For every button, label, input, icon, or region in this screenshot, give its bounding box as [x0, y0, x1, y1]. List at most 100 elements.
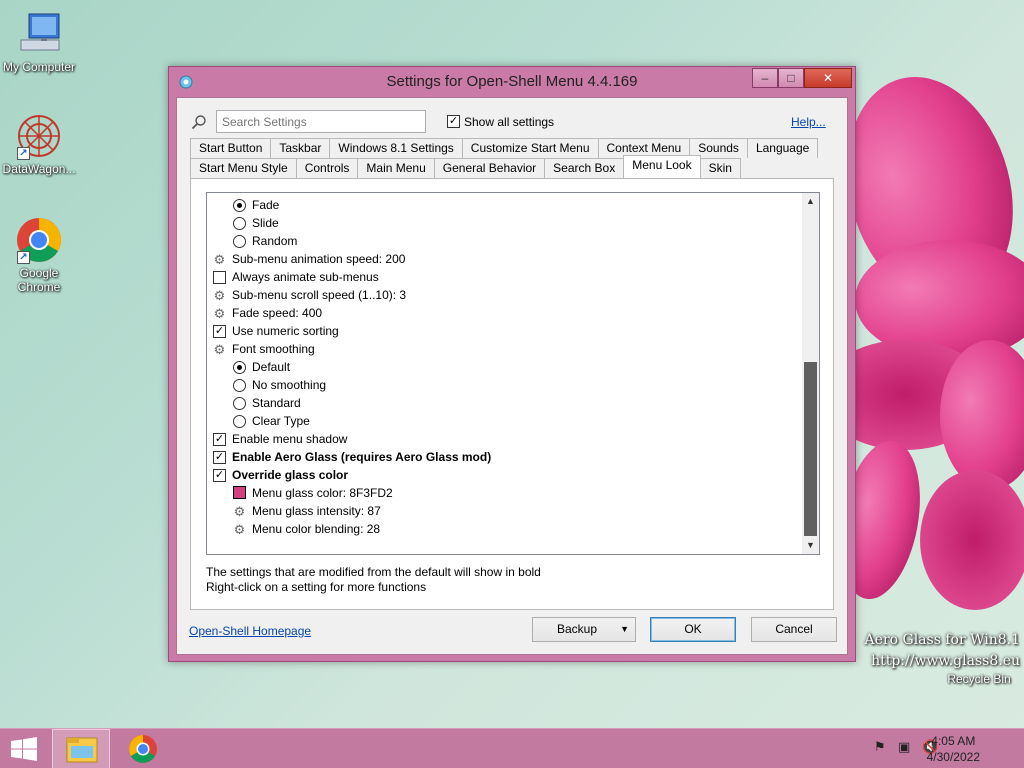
setting-label: Font smoothing [232, 342, 315, 356]
tab-general-behavior[interactable]: General Behavior [433, 158, 546, 178]
checkbox-unchecked[interactable] [213, 271, 226, 284]
checkbox-checked[interactable]: ✓ [213, 451, 226, 464]
setting-label: Sub-menu animation speed: 200 [232, 252, 406, 266]
cancel-button[interactable]: Cancel [751, 617, 837, 642]
vertical-scrollbar[interactable]: ▲ ▼ [802, 193, 819, 554]
tab-start-button[interactable]: Start Button [190, 138, 272, 158]
tab-menu-look[interactable]: Menu Look [623, 155, 701, 178]
network-icon[interactable]: ▣ [898, 739, 910, 755]
tab-row-2: Start Menu Style Controls Main Menu General… [190, 155, 741, 178]
gear-icon: ⚙ [213, 306, 226, 321]
desktop-icon-chrome[interactable]: ↗ Google Chrome [0, 216, 78, 294]
setting-label: Override glass color [232, 468, 349, 482]
checkbox-checked[interactable]: ✓ [213, 433, 226, 446]
shortcut-arrow-icon: ↗ [17, 251, 30, 264]
scroll-thumb[interactable] [804, 362, 817, 536]
gear-icon: ⚙ [213, 342, 226, 357]
setting-label: Use numeric sorting [232, 324, 339, 338]
tab-skin[interactable]: Skin [699, 158, 741, 178]
color-swatch[interactable] [233, 486, 246, 499]
search-settings-input[interactable] [216, 110, 426, 133]
setting-label: No smoothing [252, 378, 327, 392]
desktop-icon-recycle-bin[interactable]: Recycle Bin [940, 672, 1018, 686]
setting-label: Menu color blending: 28 [252, 522, 381, 536]
scroll-up-arrow-icon[interactable]: ▲ [802, 193, 819, 210]
setting-label: Fade [252, 198, 280, 212]
watermark-line2: http://www.glass8.eu [871, 653, 1020, 669]
desktop-icon-my-computer[interactable]: My Computer [0, 10, 78, 74]
help-link[interactable]: Help... [791, 115, 826, 129]
tab-language[interactable]: Language [746, 138, 819, 158]
clock-date: 4/30/2022 [926, 750, 980, 764]
taskbar: ⚑ ▣ 🔇 4:05 AM 4/30/2022 [0, 728, 1024, 768]
tab-controls[interactable]: Controls [295, 158, 359, 178]
watermark-line1: Aero Glass for Win8.1 [864, 632, 1020, 648]
chrome-icon: ↗ [15, 216, 63, 264]
show-all-settings-checkbox[interactable]: ✓ Show all settings [447, 114, 554, 130]
setting-label: Default [252, 360, 291, 374]
folder-icon [66, 737, 98, 763]
gear-icon: ⚙ [233, 504, 246, 519]
maximize-button[interactable]: □ [778, 68, 804, 88]
tab-customize-start-menu[interactable]: Customize Start Menu [461, 138, 599, 158]
checkbox-checked[interactable]: ✓ [213, 325, 226, 338]
ok-button[interactable]: OK [650, 617, 736, 642]
scroll-down-arrow-icon[interactable]: ▼ [802, 537, 819, 554]
setting-label: Enable Aero Glass (requires Aero Glass m… [232, 450, 492, 464]
radio-button[interactable] [233, 199, 246, 212]
desktop-icon-datawagon[interactable]: ↗ DataWagon... [0, 112, 78, 176]
windows-logo-icon [11, 737, 37, 761]
tab-search-box[interactable]: Search Box [544, 158, 625, 178]
desktop-icon-label: My Computer [2, 60, 76, 74]
start-button[interactable] [0, 729, 48, 768]
gear-icon: ⚙ [213, 252, 226, 267]
tab-taskbar[interactable]: Taskbar [270, 138, 331, 158]
radio-button[interactable] [233, 379, 246, 392]
setting-label: Enable menu shadow [232, 432, 348, 446]
hint-right-click: Right-click on a setting for more functi… [206, 580, 427, 594]
taskbar-chrome[interactable] [118, 729, 168, 768]
tab-panel-menu-look: Fade Slide Random ⚙ Sub-menu animation speed… [190, 178, 834, 610]
dropdown-arrow-icon: ▼ [620, 624, 629, 634]
dialog-client: ✓ Show all settings Help... Start ButtonT… [176, 97, 848, 655]
desktop-icon-label: Google Chrome [17, 266, 61, 294]
setting-label: Sub-menu scroll speed (1..10): 3 [232, 288, 407, 302]
minimize-button[interactable]: – [752, 68, 778, 88]
setting-label: Menu glass intensity: 87 [252, 504, 381, 518]
search-icon [191, 115, 206, 130]
taskbar-clock[interactable]: 4:05 AM 4/30/2022 [927, 733, 980, 765]
settings-tree[interactable]: Fade Slide Random ⚙ Sub-menu animation speed… [206, 192, 820, 555]
taskbar-file-explorer[interactable] [52, 729, 110, 768]
clock-time: 4:05 AM [931, 734, 976, 748]
radio-button[interactable] [233, 397, 246, 410]
setting-label: Slide [252, 216, 279, 230]
desktop-icon-label: Recycle Bin [947, 672, 1011, 686]
backup-label: Backup [557, 622, 598, 636]
close-button[interactable]: ✕ [804, 68, 852, 88]
open-shell-homepage-link[interactable]: Open-Shell Homepage [189, 624, 311, 638]
action-center-flag-icon[interactable]: ⚑ [874, 739, 886, 755]
radio-button[interactable] [233, 235, 246, 248]
setting-label: Clear Type [252, 414, 310, 428]
setting-label: Menu glass color: 8F3FD2 [252, 486, 393, 500]
setting-label: Random [252, 234, 298, 248]
setting-label: Fade speed: 400 [232, 306, 323, 320]
title-bar[interactable]: Settings for Open-Shell Menu 4.4.169 – □… [169, 67, 855, 97]
desktop-icon-label: DataWagon... [2, 162, 76, 176]
tab-start-menu-style[interactable]: Start Menu Style [190, 158, 297, 178]
checkbox-checked[interactable]: ✓ [213, 469, 226, 482]
tab-main-menu[interactable]: Main Menu [357, 158, 435, 178]
gear-icon: ⚙ [233, 522, 246, 537]
radio-button[interactable] [233, 361, 246, 374]
checkbox-checked[interactable]: ✓ [447, 115, 460, 129]
backup-button[interactable]: Backup ▼ [532, 617, 636, 642]
shortcut-arrow-icon: ↗ [17, 147, 30, 160]
tab-row-1: Start Button Taskbar Windows 8.1 Settings C… [190, 138, 819, 158]
tab-windows-8-1-settings[interactable]: Windows 8.1 Settings [329, 138, 463, 158]
radio-button[interactable] [233, 217, 246, 230]
show-all-label: Show all settings [464, 114, 555, 129]
setting-label: Standard [252, 396, 301, 410]
gear-icon: ⚙ [213, 288, 226, 303]
radio-button[interactable] [233, 415, 246, 428]
chrome-icon [129, 735, 157, 763]
